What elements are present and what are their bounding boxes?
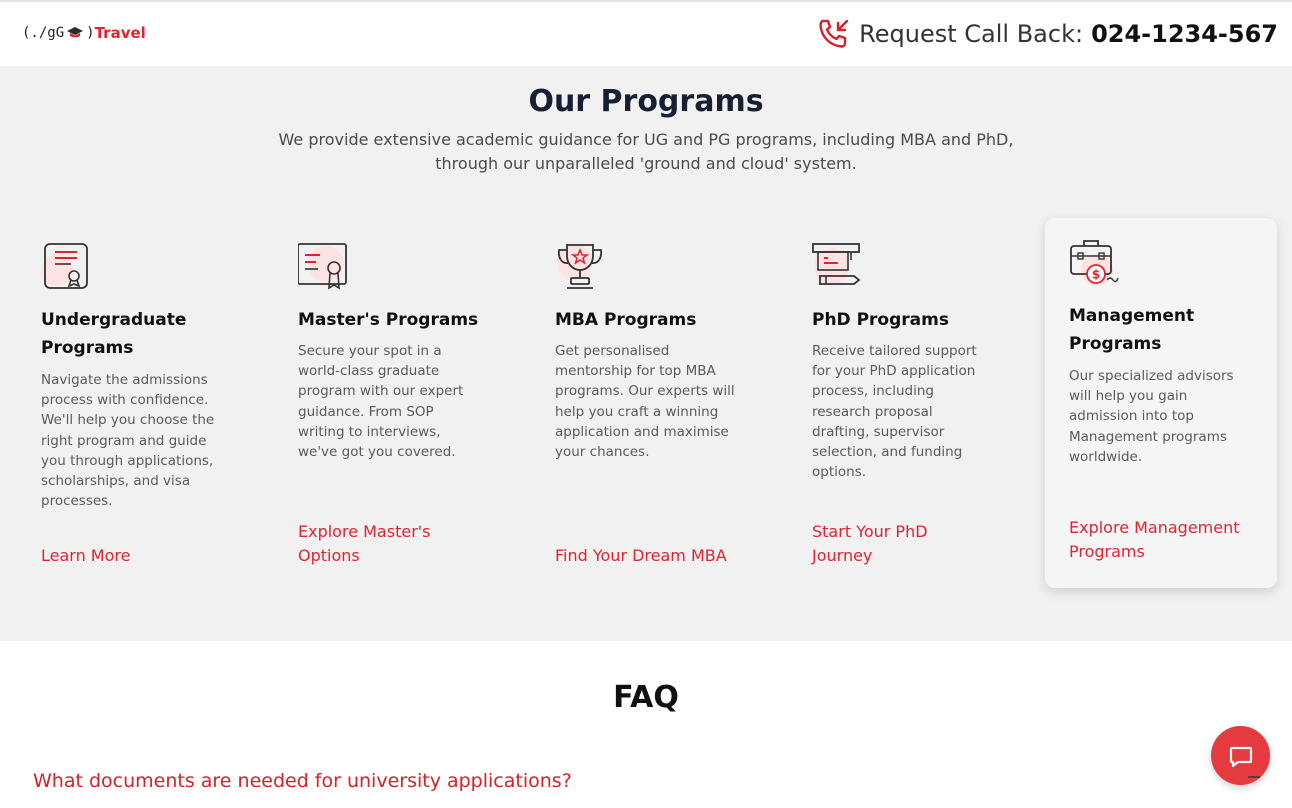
chat-bubble-icon	[1229, 746, 1252, 767]
logo-code-text: (./gG	[22, 25, 65, 41]
graduation-cap-icon	[67, 27, 84, 38]
card-title: MBA Programs	[555, 310, 697, 330]
briefcase-money-icon: $	[1070, 240, 1119, 286]
card-title: Undergraduate Programs	[41, 310, 187, 358]
svg-text:$: $	[1092, 268, 1100, 282]
programs-section: Our Programs We provide extensive academ…	[0, 66, 1292, 641]
card-description: Receive tailored support for your PhD ap…	[812, 343, 977, 481]
diploma-icon	[298, 243, 347, 290]
program-card-masters: Master's Programs Secure your spot in a …	[298, 242, 530, 572]
scroll-indicator	[1248, 776, 1260, 778]
request-callback[interactable]: Request Call Back: 024-1234-567	[817, 16, 1278, 52]
faq-title: FAQ	[613, 680, 679, 715]
callback-label: Request Call Back:	[859, 20, 1084, 48]
logo-brand-text: Travel	[94, 24, 146, 42]
card-title: Management Programs	[1069, 306, 1195, 354]
program-card-management[interactable]: $ Management Programs Our specialized ad…	[1045, 218, 1277, 588]
faq-question[interactable]: What documents are needed for university…	[33, 770, 572, 792]
subtitle-line-2: through our unparalleled 'ground and clo…	[435, 154, 857, 173]
start-phd-link[interactable]: Start Your PhD Journey	[812, 520, 952, 568]
logo-paren-text: )	[86, 25, 95, 41]
explore-management-link[interactable]: Explore Management Programs	[1069, 516, 1269, 564]
trophy-icon	[557, 244, 603, 289]
learn-more-link[interactable]: Learn More	[41, 544, 241, 568]
card-title: Master's Programs	[298, 310, 479, 330]
program-card-mba: MBA Programs Get personalised mentorship…	[555, 242, 787, 572]
card-description: Navigate the admissions process with con…	[41, 372, 215, 510]
certificate-icon	[41, 243, 88, 289]
callback-number[interactable]: 024-1234-567	[1091, 20, 1278, 48]
card-description: Get personalised mentorship for top MBA …	[555, 343, 735, 461]
site-logo[interactable]: (./gG ) Travel	[22, 22, 146, 44]
graduation-cap-pencil-icon	[812, 243, 861, 285]
section-title: Our Programs	[528, 84, 764, 119]
subtitle-line-1: We provide extensive academic guidance f…	[278, 130, 1014, 149]
card-description: Secure your spot in a world-class gradua…	[298, 343, 464, 461]
site-header: (./gG ) Travel Request Call Back: 024-12…	[0, 2, 1292, 66]
program-card-undergraduate: Undergraduate Programs Navigate the admi…	[41, 242, 273, 572]
section-subtitle: We provide extensive academic guidance f…	[246, 128, 1046, 176]
card-title: PhD Programs	[812, 310, 949, 330]
explore-masters-link[interactable]: Explore Master's Options	[298, 520, 458, 568]
program-card-phd: PhD Programs Receive tailored support fo…	[812, 242, 1044, 572]
find-mba-link[interactable]: Find Your Dream MBA	[555, 544, 775, 568]
phone-callback-icon	[819, 19, 849, 48]
card-description: Our specialized advisors will help you g…	[1069, 368, 1234, 465]
chat-button[interactable]	[1211, 726, 1270, 785]
